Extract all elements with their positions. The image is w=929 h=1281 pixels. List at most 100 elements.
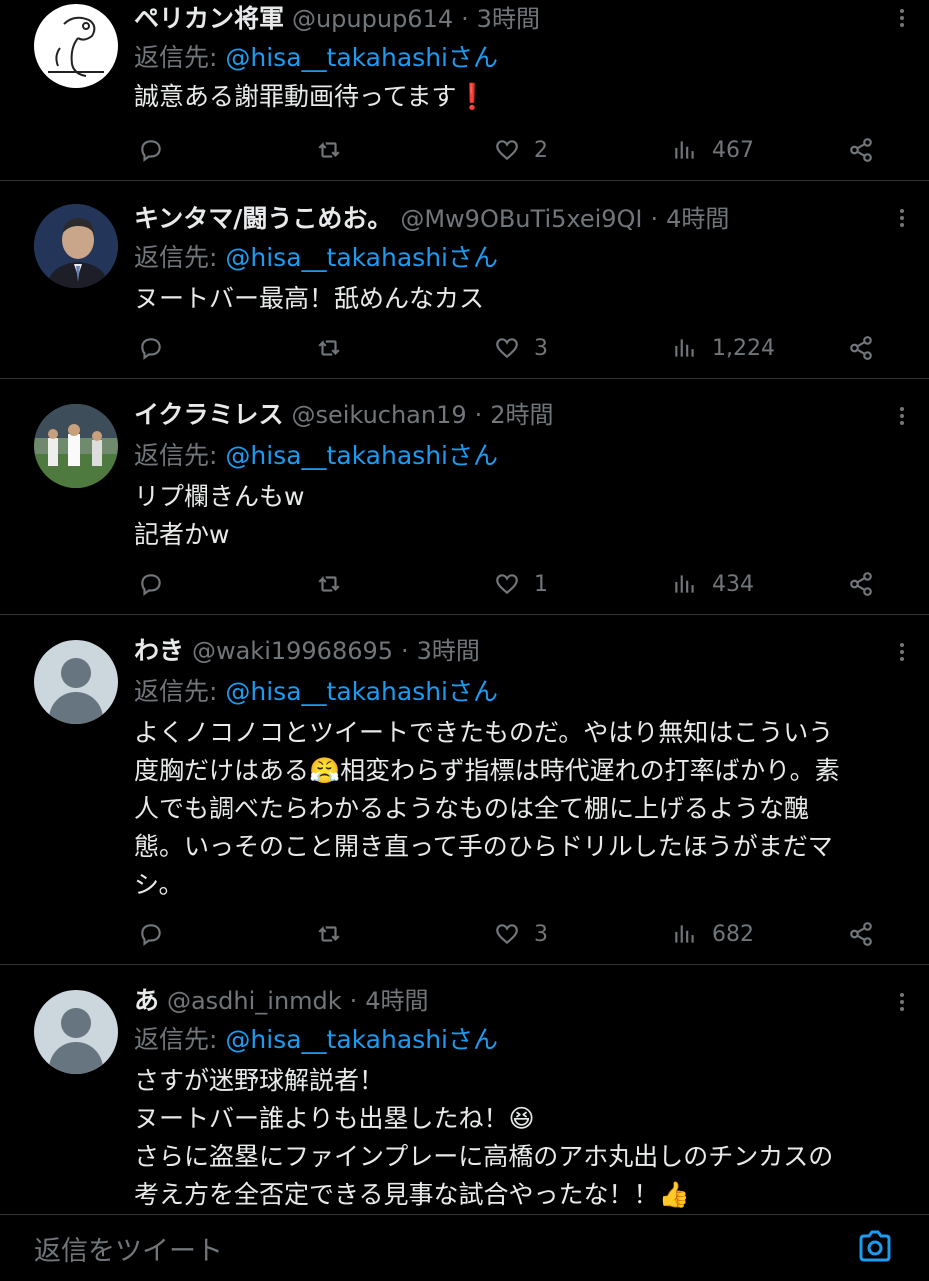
user-handle[interactable]: @waki19968695 bbox=[192, 637, 393, 665]
reply-label: 返信先: bbox=[134, 441, 218, 470]
retweet-button[interactable] bbox=[316, 568, 342, 600]
reply-mention[interactable]: @hisa__takahashiさん bbox=[225, 1025, 498, 1054]
more-icon[interactable] bbox=[897, 404, 907, 428]
reply-icon bbox=[141, 924, 161, 946]
views-button[interactable]: 434 bbox=[672, 568, 754, 600]
share-button[interactable] bbox=[848, 918, 874, 950]
tweet-actions: 1 434 bbox=[134, 568, 894, 600]
tweet[interactable]: わき @waki19968695 · 3時間 返信先: @hisa__takah… bbox=[0, 614, 929, 965]
like-button[interactable]: 1 bbox=[494, 568, 548, 600]
retweet-icon bbox=[318, 925, 340, 942]
like-button[interactable]: 3 bbox=[494, 918, 548, 950]
tweet[interactable]: あ @asdhi_inmdk · 4時間 返信先: @hisa__takahas… bbox=[0, 964, 929, 1214]
display-name[interactable]: ペリカン将軍 bbox=[134, 4, 284, 33]
tweet-actions: 2 467 bbox=[134, 134, 894, 166]
like-button[interactable]: 2 bbox=[494, 134, 548, 166]
more-icon[interactable] bbox=[897, 206, 907, 230]
reply-label: 返信先: bbox=[134, 677, 218, 706]
more-icon[interactable] bbox=[897, 990, 907, 1014]
views-count: 682 bbox=[712, 921, 754, 947]
timestamp[interactable]: 2時間 bbox=[490, 401, 553, 429]
user-handle[interactable]: @upupup614 bbox=[292, 5, 453, 33]
retweet-icon bbox=[318, 339, 340, 356]
tweet-text: リプ欄きんもw 記者かw bbox=[134, 482, 305, 549]
tweet[interactable]: キンタマ/闘うこめお。 @Mw9OBuTi5xei9QI · 4時間 返信先: … bbox=[0, 180, 929, 379]
camera-icon[interactable] bbox=[857, 1229, 893, 1263]
tweet-text: 誠意ある謝罪動画待ってます❗ bbox=[134, 82, 488, 111]
retweet-icon bbox=[318, 141, 340, 158]
more-icon[interactable] bbox=[897, 640, 907, 664]
reply-mention[interactable]: @hisa__takahashiさん bbox=[225, 441, 498, 470]
reply-mention[interactable]: @hisa__takahashiさん bbox=[225, 43, 498, 72]
reply-button[interactable] bbox=[138, 134, 164, 166]
reply-to: 返信先: @hisa__takahashiさん bbox=[134, 240, 498, 276]
reply-composer[interactable]: 返信をツイート bbox=[0, 1214, 929, 1281]
reply-icon bbox=[141, 140, 161, 162]
retweet-button[interactable] bbox=[316, 918, 342, 950]
share-button[interactable] bbox=[848, 332, 874, 364]
user-handle[interactable]: @seikuchan19 bbox=[291, 401, 466, 429]
tweet-actions: 3 1,224 bbox=[134, 332, 894, 364]
avatar[interactable] bbox=[34, 4, 118, 88]
user-handle[interactable]: @Mw9OBuTi5xei9QI bbox=[400, 205, 642, 233]
timestamp[interactable]: 4時間 bbox=[666, 205, 729, 233]
reply-label: 返信先: bbox=[134, 243, 218, 272]
reply-to: 返信先: @hisa__takahashiさん bbox=[134, 40, 498, 76]
reply-mention[interactable]: @hisa__takahashiさん bbox=[225, 243, 498, 272]
tweet-header: あ @asdhi_inmdk · 4時間 bbox=[134, 984, 869, 1020]
views-icon bbox=[675, 575, 694, 593]
retweet-button[interactable] bbox=[316, 134, 342, 166]
reply-icon bbox=[141, 338, 161, 360]
separator: · bbox=[474, 401, 483, 429]
reply-button[interactable] bbox=[138, 568, 164, 600]
tweet-header: キンタマ/闘うこめお。 @Mw9OBuTi5xei9QI · 4時間 bbox=[134, 202, 869, 238]
display-name[interactable]: わき bbox=[134, 636, 184, 665]
reply-mention[interactable]: @hisa__takahashiさん bbox=[225, 677, 498, 706]
avatar[interactable] bbox=[34, 404, 118, 488]
share-icon bbox=[850, 572, 872, 596]
retweet-button[interactable] bbox=[316, 332, 342, 364]
views-button[interactable]: 1,224 bbox=[672, 332, 775, 364]
share-icon bbox=[850, 138, 872, 162]
more-icon[interactable] bbox=[897, 6, 907, 30]
reply-to: 返信先: @hisa__takahashiさん bbox=[134, 438, 498, 474]
timestamp[interactable]: 4時間 bbox=[365, 987, 428, 1015]
reply-button[interactable] bbox=[138, 918, 164, 950]
avatar[interactable] bbox=[34, 204, 118, 288]
views-icon bbox=[675, 339, 694, 357]
avatar[interactable] bbox=[34, 990, 118, 1074]
share-button[interactable] bbox=[848, 568, 874, 600]
views-button[interactable]: 467 bbox=[672, 134, 754, 166]
views-button[interactable]: 682 bbox=[672, 918, 754, 950]
views-count: 434 bbox=[712, 571, 754, 597]
tweet[interactable]: ペリカン将軍 @upupup614 · 3時間 返信先: @hisa__taka… bbox=[0, 0, 929, 181]
like-icon bbox=[496, 140, 518, 161]
timestamp[interactable]: 3時間 bbox=[477, 5, 540, 33]
like-count: 3 bbox=[534, 335, 548, 361]
share-icon bbox=[850, 336, 872, 360]
views-icon bbox=[675, 925, 694, 943]
retweet-icon bbox=[318, 575, 340, 592]
tweet-header: イクラミレス @seikuchan19 · 2時間 bbox=[134, 398, 869, 434]
tweet-text: ヌートバー最高！舐めんなカス bbox=[134, 284, 485, 313]
tweet[interactable]: イクラミレス @seikuchan19 · 2時間 返信先: @hisa__ta… bbox=[0, 378, 929, 615]
display-name[interactable]: イクラミレス bbox=[134, 400, 284, 429]
timestamp[interactable]: 3時間 bbox=[417, 637, 480, 665]
tweet-text: よくノコノコとツイートできたものだ。やはり無知はこういう 度胸だけはある😤相変わ… bbox=[134, 718, 840, 899]
tweet-header: ペリカン将軍 @upupup614 · 3時間 bbox=[134, 2, 869, 38]
separator: · bbox=[650, 205, 659, 233]
reply-icon bbox=[141, 574, 161, 596]
display-name[interactable]: あ bbox=[134, 986, 159, 1015]
like-count: 2 bbox=[534, 137, 548, 163]
display-name[interactable]: キンタマ/闘うこめお。 bbox=[134, 204, 392, 233]
like-icon bbox=[496, 924, 518, 945]
tweet-header: わき @waki19968695 · 3時間 bbox=[134, 634, 869, 670]
separator: · bbox=[349, 987, 358, 1015]
reply-input[interactable]: 返信をツイート bbox=[34, 1229, 223, 1268]
avatar[interactable] bbox=[34, 640, 118, 724]
user-handle[interactable]: @asdhi_inmdk bbox=[167, 987, 342, 1015]
views-icon bbox=[675, 141, 694, 159]
like-button[interactable]: 3 bbox=[494, 332, 548, 364]
share-button[interactable] bbox=[848, 134, 874, 166]
reply-button[interactable] bbox=[138, 332, 164, 364]
